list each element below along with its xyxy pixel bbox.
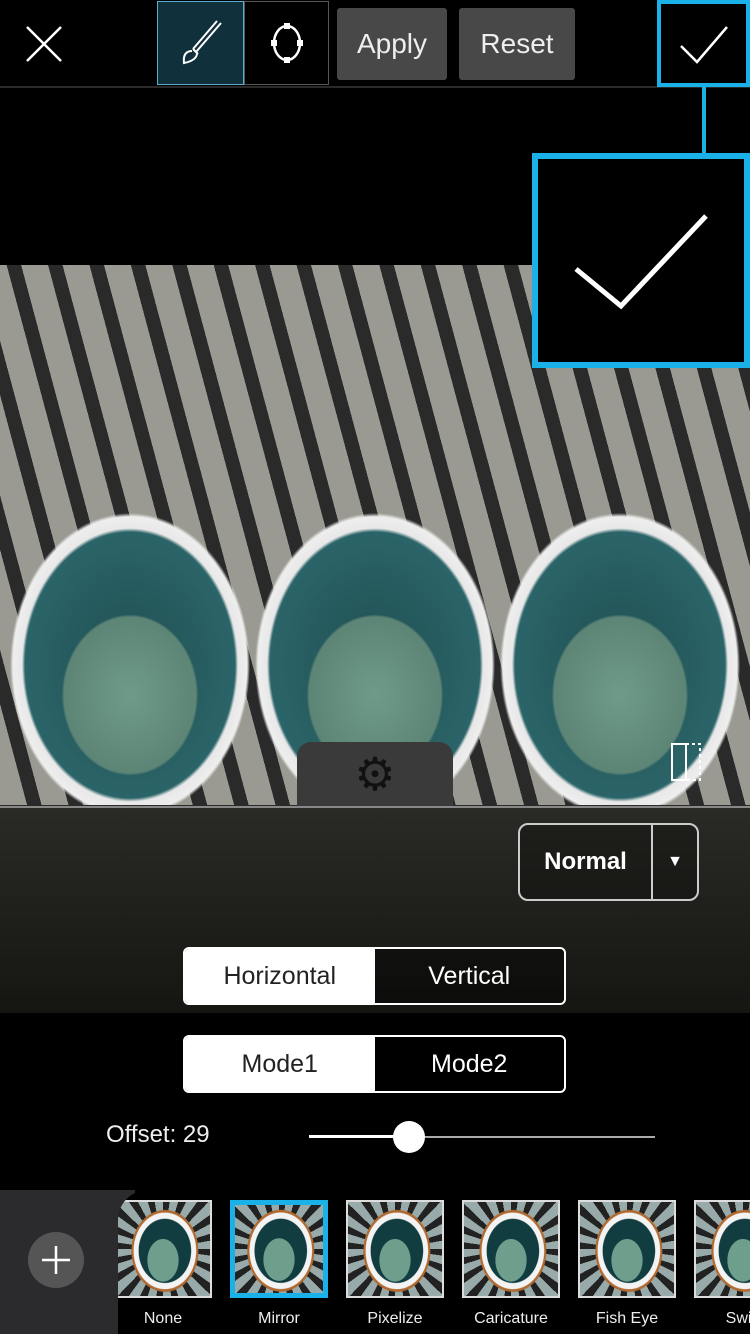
callout-line [702,87,706,155]
top-toolbar: Apply Reset [0,0,750,88]
ellipse-select-icon [270,23,303,63]
offset-slider[interactable] [309,1120,655,1154]
split-compare-icon [671,743,701,781]
close-button[interactable] [20,20,68,68]
blend-mode-dropdown[interactable]: Normal ▼ [518,823,699,901]
slider-thumb[interactable] [393,1121,426,1153]
settings-button[interactable]: ⚙ [297,742,453,806]
confirm-callout [532,153,750,368]
add-panel [0,1190,135,1334]
divider [0,806,750,808]
close-icon [26,26,62,62]
confirm-button[interactable] [657,0,750,87]
direction-vertical[interactable]: Vertical [374,949,564,1003]
chevron-down-icon: ▼ [651,824,697,900]
offset-label: Offset: 29 [106,1121,210,1148]
brush-tool-button[interactable] [157,1,244,85]
effect-thumbnail-caricature[interactable] [462,1200,560,1298]
add-effect-button[interactable] [28,1232,84,1288]
effect-thumbnail-pixelize[interactable] [346,1200,444,1298]
checkmark-icon [679,25,728,64]
effect-thumbnail-mirror[interactable] [230,1200,328,1298]
compare-button[interactable] [664,740,708,784]
effects-list[interactable]: None Mirror Pixelize Caricature Fish Eye Swir… [118,1190,750,1334]
effect-label: Mirror [258,1310,300,1327]
blend-mode-value: Normal [544,848,627,875]
shape-tool-button[interactable] [244,1,329,85]
gear-icon: ⚙ [354,748,396,800]
effects-strip: None Mirror Pixelize Caricature Fish Eye Swir… [0,1190,750,1334]
mode-toggle: Mode1 Mode2 [183,1035,566,1093]
direction-horizontal[interactable]: Horizontal [185,949,375,1003]
apply-button[interactable]: Apply [337,8,447,80]
plus-icon [42,1246,70,1274]
effect-label: Caricature [474,1310,548,1327]
brush-icon [182,20,222,65]
reset-button[interactable]: Reset [459,8,575,80]
effect-thumbnail-fish-eye[interactable] [578,1200,676,1298]
effect-thumbnail-none[interactable] [118,1200,212,1298]
mode-1[interactable]: Mode1 [185,1037,375,1091]
effect-label: Fish Eye [595,1310,659,1327]
direction-toggle: Horizontal Vertical [183,947,566,1005]
effect-thumbnail-swirl[interactable] [694,1200,750,1298]
effect-label: Swirl [725,1310,750,1327]
mode-2[interactable]: Mode2 [375,1037,565,1091]
effect-label: Pixelize [367,1310,423,1327]
effect-label: None [143,1310,183,1327]
checkmark-icon [574,213,708,309]
